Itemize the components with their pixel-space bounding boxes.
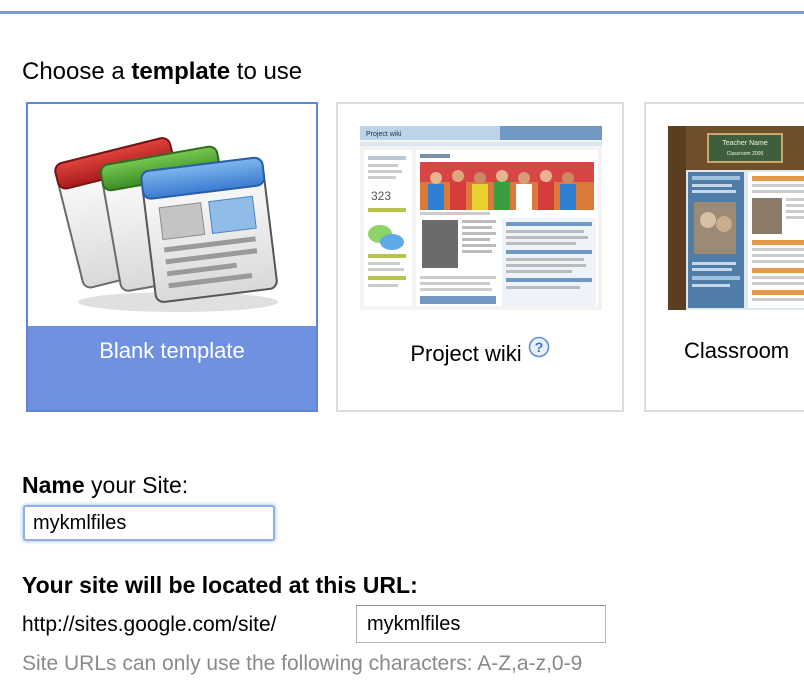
template-card-blank[interactable]: Blank template (26, 102, 318, 412)
site-name-label-suffix: your Site: (84, 472, 189, 498)
wiki-thumb-title: Project wiki (366, 131, 402, 138)
template-gallery: Blank template Project wiki 323 Project … (26, 102, 804, 414)
blank-template-stack-icon (54, 137, 278, 312)
top-divider (0, 11, 804, 14)
site-name-label-emphasis: Name (22, 472, 85, 498)
template-label-project-wiki: Project wiki? (338, 336, 622, 369)
site-name-input[interactable] (23, 505, 275, 541)
wiki-thumb-counter: 323 (371, 189, 391, 203)
site-url-heading: Your site will be located at this URL: (22, 572, 418, 598)
classroom-sign-title: Teacher Name (722, 140, 768, 147)
classroom-preview-image: Teacher Name Classroom 2009 (668, 126, 804, 310)
choose-heading-emphasis: template (131, 58, 231, 85)
project-wiki-label-text: Project wiki (410, 341, 522, 366)
template-label-blank: Blank template (99, 338, 245, 363)
project-wiki-thumbnail: Project wiki 323 (360, 126, 602, 310)
site-name-label: Name your Site: (22, 472, 188, 498)
help-icon[interactable]: ? (528, 336, 550, 366)
site-url-prefix: http://sites.google.com/site/ (22, 613, 277, 636)
template-card-classroom[interactable]: Teacher Name Classroom 2009 Classroom (644, 102, 804, 412)
classroom-sign-subtitle: Classroom 2009 (727, 151, 764, 157)
site-url-help-text: Site URLs can only use the following cha… (22, 652, 583, 675)
svg-text:?: ? (534, 339, 543, 355)
site-url-input[interactable] (356, 605, 606, 643)
blank-template-thumbnail (28, 104, 316, 326)
project-wiki-preview-image: Project wiki 323 (360, 126, 602, 310)
choose-heading-suffix: to use (230, 58, 303, 85)
classroom-thumbnail: Teacher Name Classroom 2009 (668, 126, 804, 310)
template-card-project-wiki[interactable]: Project wiki 323 Project wiki ? (336, 102, 624, 412)
template-label-classroom: Classroom (684, 338, 790, 363)
choose-template-heading: Choose a template to use (22, 58, 302, 86)
choose-heading-prefix: Choose a (22, 58, 132, 85)
